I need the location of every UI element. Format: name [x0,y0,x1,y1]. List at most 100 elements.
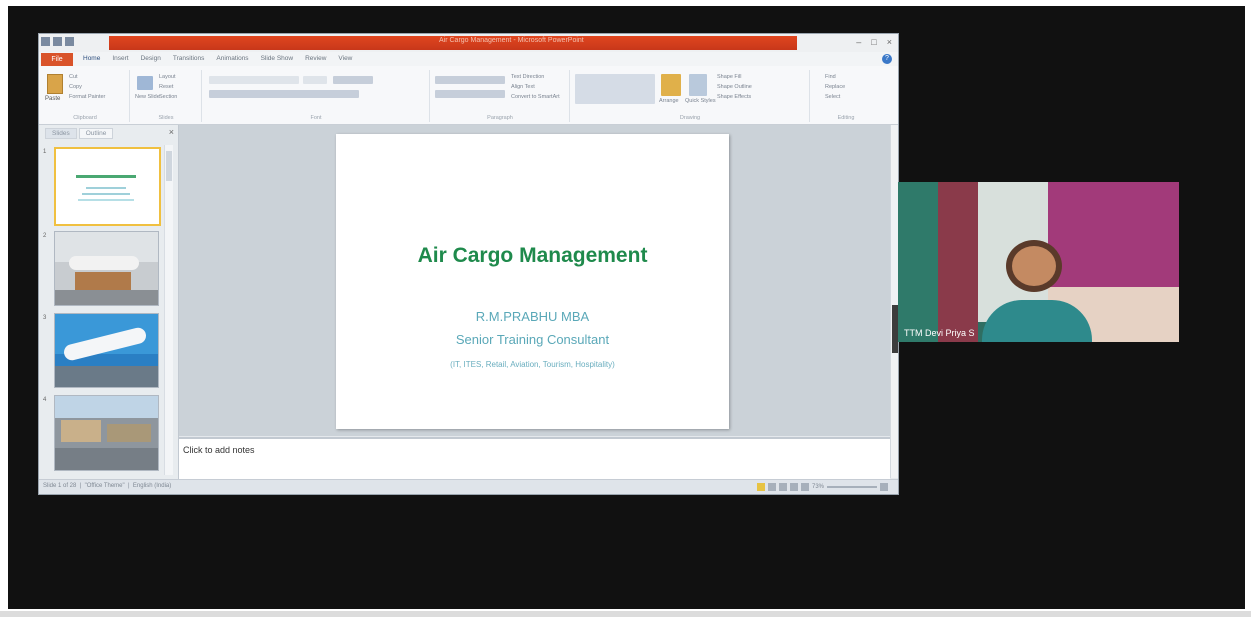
shape-outline-button[interactable]: Shape Outline [717,84,752,90]
paragraph-group-label: Paragraph [487,115,513,121]
clipboard-group-label: Clipboard [73,115,97,121]
section-button[interactable]: Section [159,94,177,100]
quick-styles-button[interactable]: Quick Styles [685,98,716,104]
undo-icon[interactable] [53,37,62,46]
slide-thumbnail-1[interactable] [54,147,161,226]
slide-number: 4 [43,397,47,403]
tab-animations[interactable]: Animations [216,55,248,62]
font-size-tools[interactable] [333,76,373,84]
person-face [1012,246,1056,286]
notes-placeholder: Click to add notes [183,445,255,455]
aircraft-image [69,256,139,270]
slide-sorter-icon[interactable] [778,483,787,491]
tab-home[interactable]: Home [83,55,100,62]
file-tab[interactable]: File [41,53,73,66]
shape-fill-button[interactable]: Shape Fill [717,74,741,80]
save-icon[interactable] [41,37,50,46]
find-button[interactable]: Find [825,74,836,80]
slides-group-label: Slides [158,115,174,121]
list-buttons[interactable] [435,76,505,84]
normal-view-icon[interactable] [767,483,776,491]
participant-name: TTM Devi Priya S [904,328,975,338]
cargo-image [61,420,101,442]
zoom-slider[interactable] [827,486,877,488]
arrange-icon[interactable] [661,74,681,96]
align-buttons[interactable] [435,90,505,98]
tab-view[interactable]: View [338,55,352,62]
ribbon: Paste Cut Copy Format Painter Clipboard … [39,66,898,125]
close-icon[interactable]: × [887,37,892,47]
tab-design[interactable]: Design [141,55,161,62]
cut-button[interactable]: Cut [69,74,78,80]
notes-view-icon[interactable] [756,483,765,491]
paste-icon[interactable] [47,74,63,94]
new-slide-button[interactable]: New Slide [135,94,160,100]
new-slide-icon[interactable] [137,76,153,90]
thumbnail-text-mark [86,187,126,189]
slide-thumbnail-4[interactable] [54,395,159,471]
bottom-strip [0,611,1251,617]
font-size-dropdown[interactable] [303,76,327,84]
reset-button[interactable]: Reset [159,84,173,90]
slide-role[interactable]: Senior Training Consultant [336,332,729,347]
maximize-icon[interactable]: □ [871,37,876,47]
tab-outline[interactable]: Outline [78,128,114,139]
tarmac-image [55,366,158,387]
arrange-button[interactable]: Arrange [659,98,679,104]
status-bar: Slide 1 of 28 | "Office Theme" | English… [39,479,898,494]
tarmac-image [55,448,158,470]
replace-button[interactable]: Replace [825,84,845,90]
participant-video[interactable]: TTM Devi Priya S [898,182,1179,342]
ribbon-tabs: Home Insert Design Transitions Animation… [83,55,352,62]
redo-icon[interactable] [65,37,74,46]
slide-number: 1 [43,149,47,155]
slide-thumbnail-2[interactable] [54,231,159,306]
language[interactable]: English (India) [133,483,171,489]
fit-slide-icon[interactable] [880,483,888,491]
panel-scrollbar[interactable] [164,145,173,475]
copy-button[interactable]: Copy [69,84,82,90]
shape-effects-button[interactable]: Shape Effects [717,94,751,100]
tab-slide-show[interactable]: Slide Show [261,55,294,62]
slide-author[interactable]: R.M.PRABHU MBA [336,309,729,324]
slides-panel: Slides Outline × 1 2 3 4 [39,125,179,479]
help-icon[interactable]: ? [882,54,892,64]
slideshow-icon[interactable] [800,483,809,491]
panel-scroll-thumb[interactable] [166,151,172,181]
slide-thumbnail-3[interactable] [54,313,159,388]
convert-smartart-button[interactable]: Convert to SmartArt [511,94,560,100]
layout-button[interactable]: Layout [159,74,176,80]
tab-insert[interactable]: Insert [112,55,128,62]
shapes-gallery[interactable] [575,74,655,104]
current-slide[interactable]: Air Cargo Management R.M.PRABHU MBA Seni… [336,134,729,429]
window-controls[interactable]: – □ × [856,37,892,47]
tarmac-image [55,290,158,305]
quick-access-toolbar[interactable] [41,37,74,46]
notes-pane[interactable]: Click to add notes [179,437,890,481]
select-button[interactable]: Select [825,94,840,100]
format-painter-button[interactable]: Format Painter [69,94,105,100]
slide-number: 3 [43,315,47,321]
thumbnail-title-mark [76,175,136,178]
tab-transitions[interactable]: Transitions [173,55,205,62]
slide-sectors[interactable]: (IT, ITES, Retail, Aviation, Tourism, Ho… [336,360,729,369]
zoom-level[interactable]: 73% [812,484,824,490]
cargo-image [107,424,151,442]
document-title: Air Cargo Management - Microsoft PowerPo… [439,37,584,44]
font-format-buttons[interactable] [209,90,359,98]
clipboard-group: Paste Cut Copy Format Painter Clipboard [41,70,130,122]
reading-view-icon[interactable] [789,483,798,491]
slide-editing-area: Air Cargo Management R.M.PRABHU MBA Seni… [179,125,890,436]
title-bar: Air Cargo Management - Microsoft PowerPo… [39,34,898,52]
slide-title[interactable]: Air Cargo Management [336,244,729,268]
quick-styles-icon[interactable] [689,74,707,96]
text-direction-button[interactable]: Text Direction [511,74,544,80]
font-name-dropdown[interactable] [209,76,299,84]
cargo-image [75,272,131,290]
tab-slides[interactable]: Slides [45,128,77,139]
paste-button[interactable]: Paste [45,96,60,102]
tab-review[interactable]: Review [305,55,326,62]
close-panel-icon[interactable]: × [169,127,174,137]
minimize-icon[interactable]: – [856,37,861,47]
align-text-button[interactable]: Align Text [511,84,535,90]
